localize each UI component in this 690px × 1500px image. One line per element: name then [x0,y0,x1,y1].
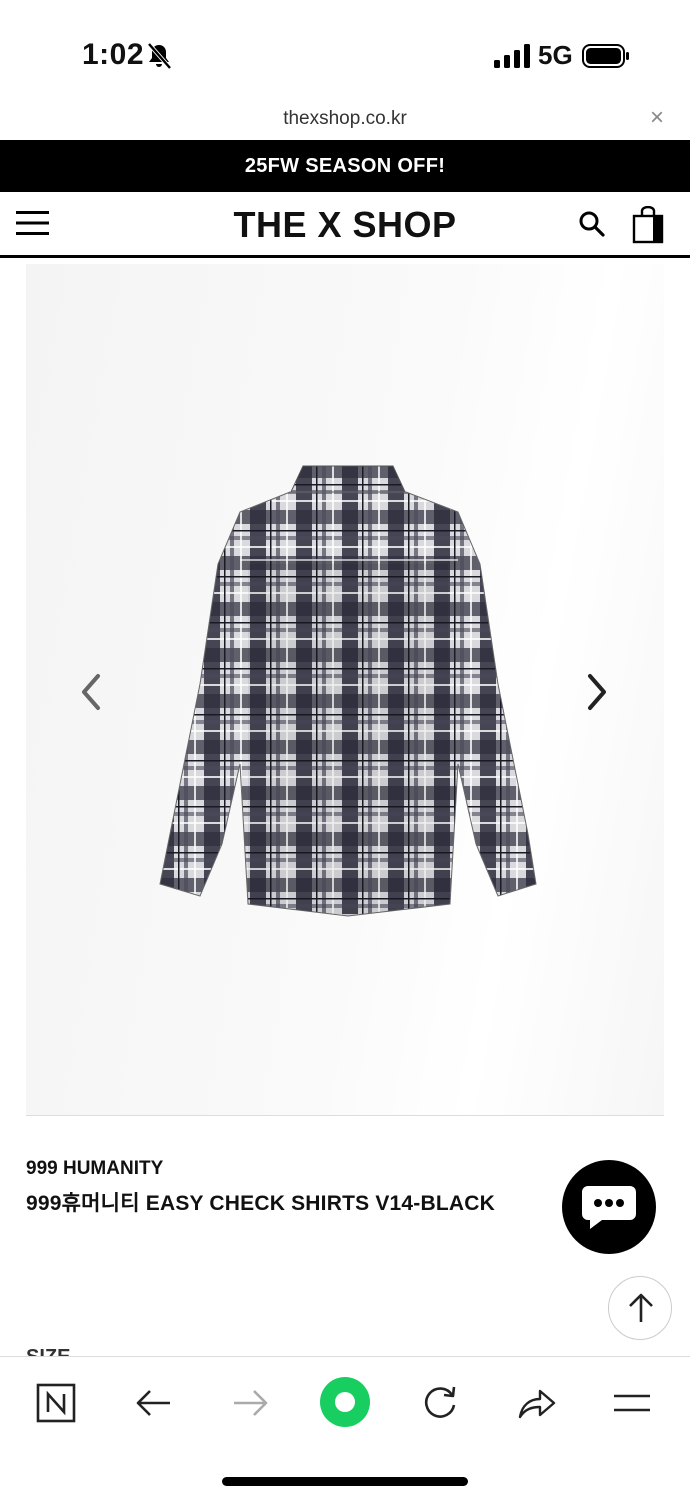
product-image[interactable] [26,264,664,1116]
promo-banner[interactable]: 25FW SEASON OFF! [0,140,690,192]
plaid-shirt-image [159,465,537,917]
promo-text: 25FW SEASON OFF! [244,154,446,177]
forward-arrow-icon [228,1381,272,1425]
carousel-next-button[interactable] [582,670,612,714]
browser-url-bar[interactable]: thexshop.co.kr × [0,100,690,140]
scroll-to-top-button[interactable] [608,1276,672,1340]
chat-button[interactable] [562,1160,656,1254]
close-icon[interactable]: × [650,106,664,130]
menu-lines-icon[interactable] [610,1381,654,1425]
battery-icon [582,44,629,68]
arrow-up-icon [629,1293,653,1322]
refresh-icon[interactable] [418,1381,462,1425]
chat-bubble-icon [582,1186,636,1229]
product-brand[interactable]: 999 HUMANITY [26,1158,163,1180]
carousel-prev-button[interactable] [76,670,106,714]
url-text[interactable]: thexshop.co.kr [0,108,690,130]
browser-toolbar [0,1356,690,1500]
shopping-bag-icon[interactable] [632,206,666,244]
status-bar: 1:02 5G [0,0,690,100]
home-indicator [222,1477,468,1486]
back-arrow-icon[interactable] [132,1381,176,1425]
bell-slash-icon [147,42,172,70]
status-time: 1:02 [82,38,145,71]
network-type: 5G [538,40,573,70]
search-icon[interactable] [578,210,606,238]
product-name: 999휴머니티 EASY CHECK SHIRTS V14-BLACK [26,1192,495,1215]
share-icon[interactable] [514,1381,558,1425]
signal-icon [494,44,530,68]
green-dot-icon[interactable] [318,1375,372,1429]
site-header: THE X SHOP [0,192,690,258]
size-section-label: SIZE [26,1344,70,1356]
naver-n-icon[interactable] [34,1381,78,1425]
